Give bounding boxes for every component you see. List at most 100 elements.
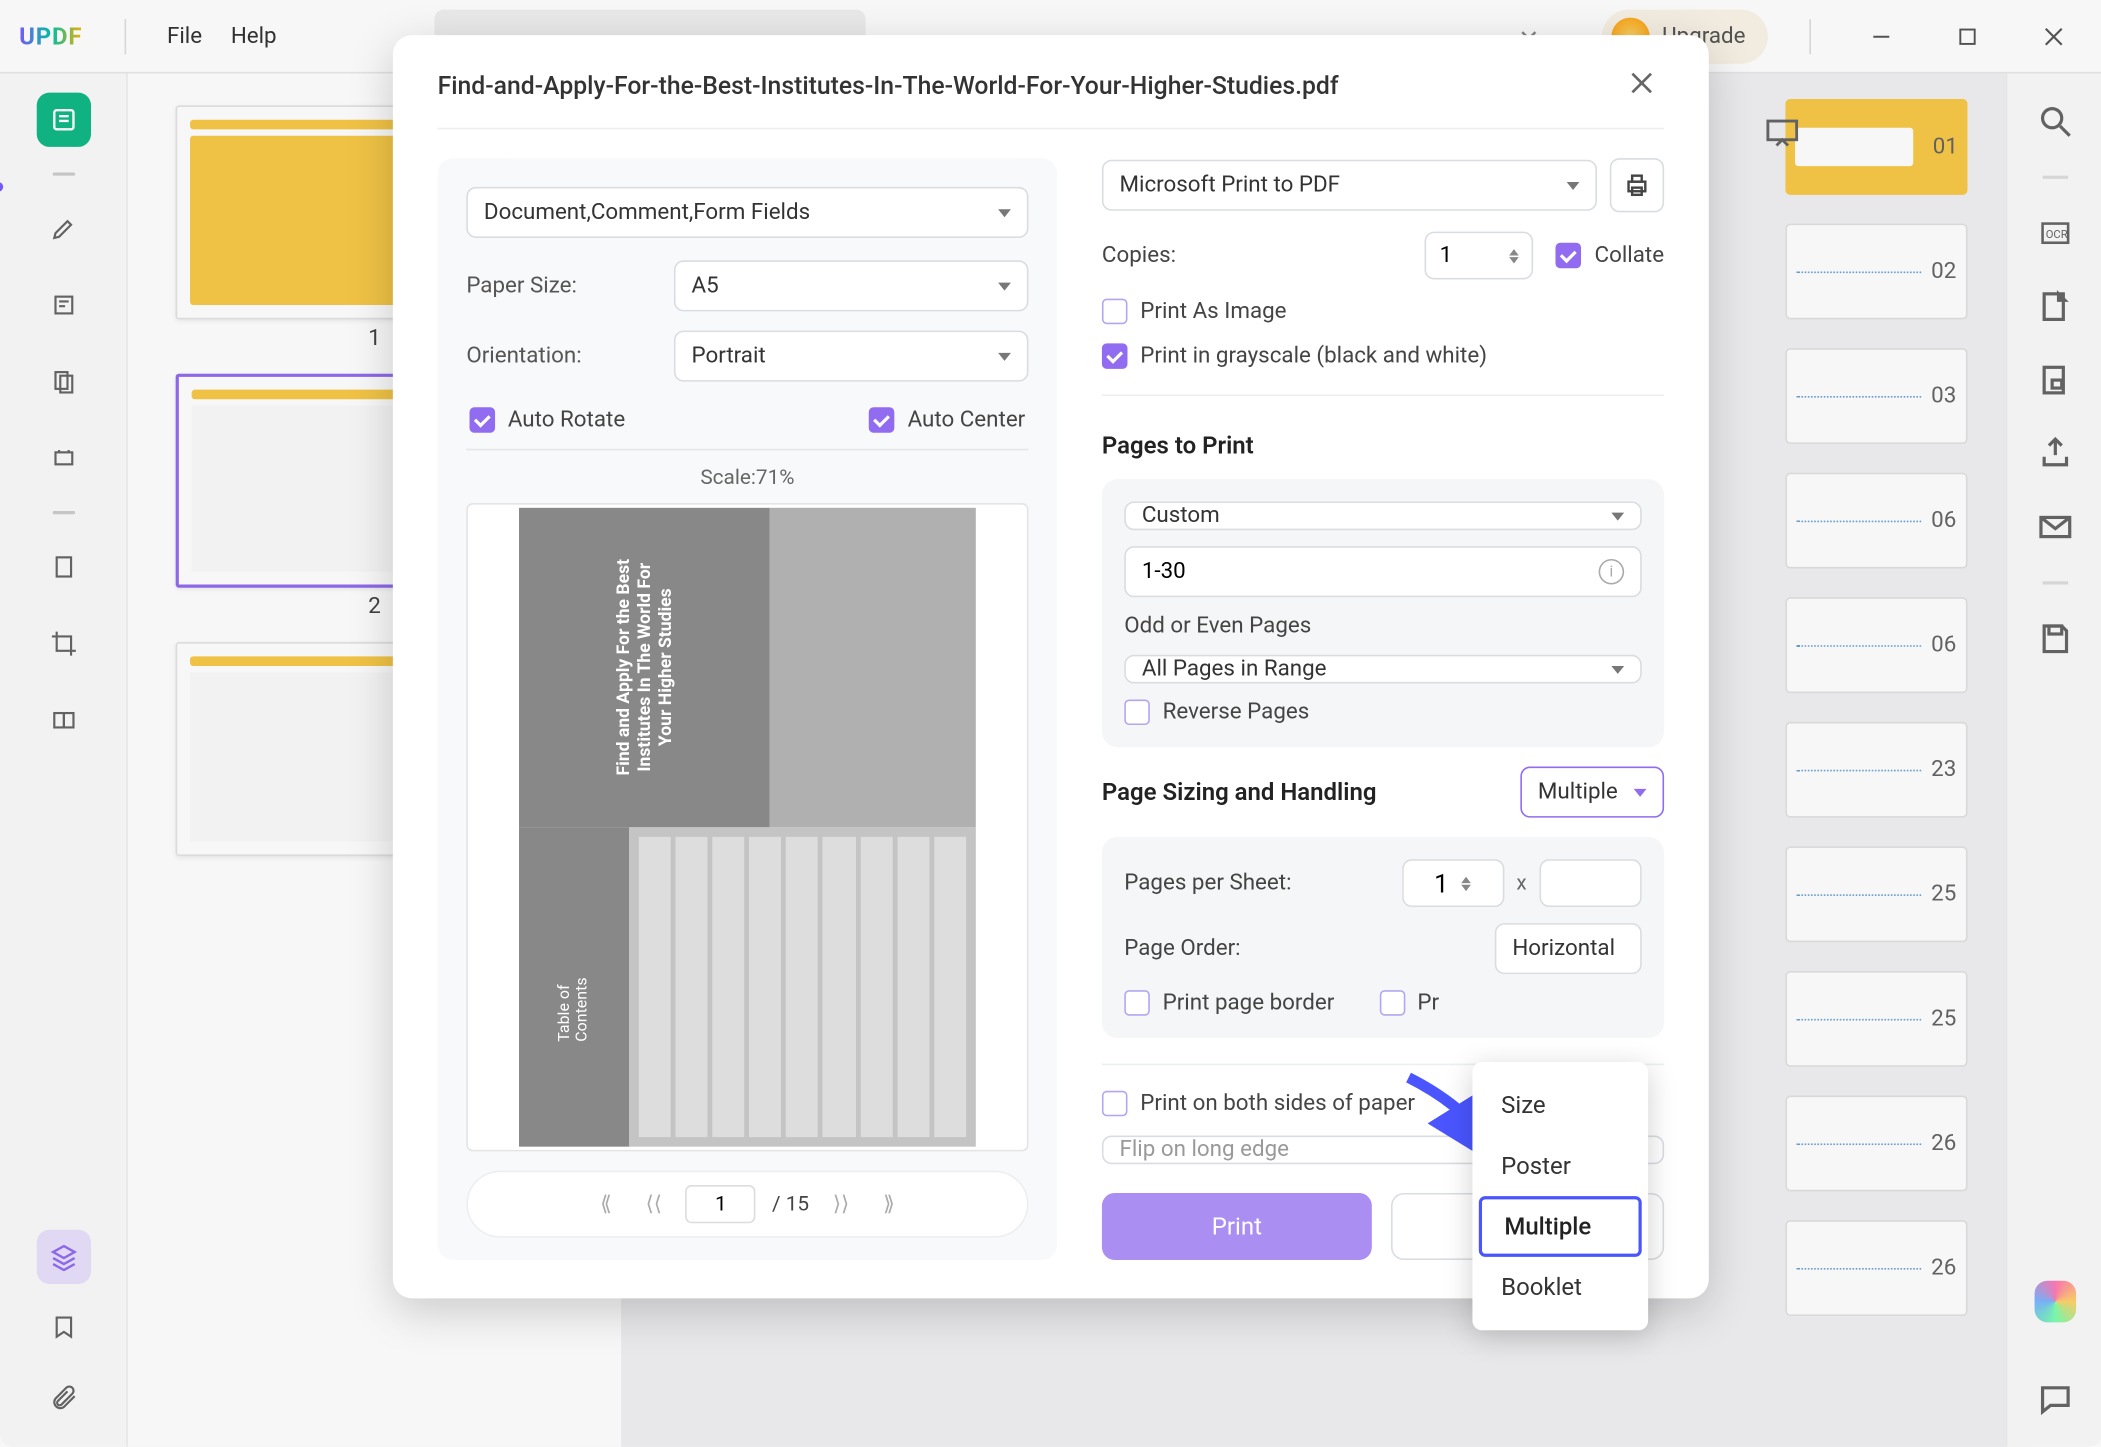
pager-first-button[interactable]: ⟪: [590, 1192, 622, 1216]
pages-tool-button[interactable]: [36, 355, 90, 409]
outline-item[interactable]: 01: [1785, 99, 1967, 195]
share-icon[interactable]: [2035, 434, 2073, 472]
layers-button[interactable]: [36, 1230, 90, 1284]
pager-next-button[interactable]: ⟩⟩: [825, 1192, 857, 1216]
odd-even-label: Odd or Even Pages: [1124, 613, 1641, 639]
info-icon[interactable]: i: [1599, 559, 1625, 585]
outline-item[interactable]: 23: [1785, 722, 1967, 818]
mail-icon[interactable]: [2035, 508, 2073, 546]
thumbnail-number: 1: [368, 326, 381, 352]
ai-assistant-button[interactable]: [2034, 1281, 2076, 1323]
form-tool-button[interactable]: [36, 431, 90, 485]
print-as-image-label: Print As Image: [1140, 299, 1286, 325]
page-range-mode-select[interactable]: Custom: [1124, 501, 1641, 530]
page-sizing-mode-select[interactable]: Multiple: [1520, 767, 1664, 818]
odd-even-select[interactable]: All Pages in Range: [1124, 655, 1641, 684]
pager-prev-button[interactable]: ⟨⟨: [638, 1192, 670, 1216]
pages-per-sheet-rows-stepper[interactable]: [1540, 859, 1642, 907]
window-close-button[interactable]: [2025, 12, 2082, 60]
auto-rotate-label: Auto Rotate: [508, 407, 625, 433]
dropdown-item-poster[interactable]: Poster: [1472, 1135, 1648, 1196]
menu-help[interactable]: Help: [231, 23, 277, 49]
window-minimize-button[interactable]: [1853, 12, 1910, 60]
page-order-label: Page Order:: [1124, 936, 1240, 962]
dropdown-item-booklet[interactable]: Booklet: [1472, 1257, 1648, 1318]
outline-item[interactable]: 06: [1785, 597, 1967, 693]
outline-item[interactable]: 06: [1785, 473, 1967, 569]
auto-center-checkbox[interactable]: [869, 407, 895, 433]
comment-icon[interactable]: [2035, 1380, 2073, 1418]
pager-sep: /: [772, 1192, 781, 1216]
crop-tool-button[interactable]: [36, 616, 90, 670]
protect-icon[interactable]: [2035, 361, 2073, 399]
print-page-border-checkbox[interactable]: [1124, 990, 1150, 1016]
duplex-label: Print on both sides of paper: [1140, 1091, 1415, 1117]
attachment-button[interactable]: [36, 1370, 90, 1424]
active-indicator-dot: [0, 182, 3, 192]
print-button[interactable]: Print: [1102, 1193, 1372, 1260]
print-both-sides-checkbox-partial[interactable]: [1379, 990, 1405, 1016]
auto-center-label: Auto Center: [908, 407, 1026, 433]
copies-stepper[interactable]: 1: [1425, 232, 1534, 280]
page-order-value: Horizontal: [1512, 936, 1615, 962]
grayscale-label: Print in grayscale (black and white): [1140, 343, 1487, 369]
outline-item[interactable]: 26: [1785, 1096, 1967, 1192]
page-order-select[interactable]: Horizontal: [1495, 923, 1642, 974]
outline-item[interactable]: 26: [1785, 1220, 1967, 1316]
ocr-icon[interactable]: OCR: [2035, 214, 2073, 252]
pps-x-label: x: [1516, 871, 1526, 895]
scale-readout: Scale:71%: [466, 466, 1028, 490]
bookmark-button[interactable]: [36, 1300, 90, 1354]
pager-total: 15: [786, 1192, 809, 1216]
print-preview: Find and Apply For the BestInstitutes In…: [466, 503, 1028, 1151]
outline-item[interactable]: 03: [1785, 348, 1967, 444]
compare-tool-button[interactable]: [36, 693, 90, 747]
thumbnail-number: 2: [368, 594, 381, 620]
orientation-select[interactable]: Portrait: [674, 331, 1029, 382]
menu-file[interactable]: File: [167, 23, 202, 49]
divider: [124, 18, 126, 53]
print-dialog: Find-and-Apply-For-the-Best-Institutes-I…: [393, 35, 1709, 1298]
search-icon[interactable]: [2035, 102, 2073, 140]
duplex-checkbox[interactable]: [1102, 1091, 1128, 1117]
paper-size-label: Paper Size:: [466, 273, 658, 299]
dialog-close-button[interactable]: [1626, 67, 1664, 105]
printer-select[interactable]: Microsoft Print to PDF: [1102, 160, 1597, 211]
outline-item[interactable]: 25: [1785, 846, 1967, 942]
dropdown-item-size[interactable]: Size: [1472, 1075, 1648, 1136]
present-icon[interactable]: [1765, 118, 1800, 153]
reverse-pages-label: Reverse Pages: [1163, 699, 1310, 725]
copies-label: Copies:: [1102, 243, 1176, 269]
outline-item[interactable]: 02: [1785, 224, 1967, 320]
pps-cols-value: 1: [1434, 868, 1448, 898]
collate-checkbox[interactable]: [1556, 243, 1582, 269]
print-as-image-checkbox[interactable]: [1102, 299, 1128, 325]
pages-to-print-title: Pages to Print: [1102, 431, 1664, 460]
paper-size-value: A5: [692, 273, 719, 299]
outline-item[interactable]: 25: [1785, 971, 1967, 1067]
printer-properties-button[interactable]: [1610, 158, 1664, 212]
outline-strip: 01 02 03 06 06 23 25 25 26 26: [1785, 99, 1967, 1421]
page-range-input[interactable]: 1-30 i: [1124, 546, 1641, 597]
highlight-tool-button[interactable]: [36, 201, 90, 255]
save-icon[interactable]: [2035, 620, 2073, 658]
convert-icon[interactable]: [2035, 287, 2073, 325]
pager-last-button[interactable]: ⟫: [873, 1192, 905, 1216]
page-range-value: 1-30: [1142, 559, 1186, 585]
dropdown-item-multiple[interactable]: Multiple: [1479, 1196, 1642, 1257]
pager-current-input[interactable]: [686, 1185, 756, 1223]
grayscale-checkbox[interactable]: [1102, 343, 1128, 369]
paper-size-select[interactable]: A5: [674, 260, 1029, 311]
auto-rotate-checkbox[interactable]: [470, 407, 496, 433]
reverse-pages-checkbox[interactable]: [1124, 699, 1150, 725]
edit-tool-button[interactable]: [36, 278, 90, 332]
pages-per-sheet-cols-stepper[interactable]: 1: [1401, 859, 1503, 907]
print-both-sides-label-partial: Pr: [1417, 990, 1439, 1016]
page-range-mode-value: Custom: [1142, 503, 1220, 529]
window-maximize-button[interactable]: [1939, 12, 1996, 60]
svg-text:OCR: OCR: [2045, 228, 2067, 241]
print-content-select[interactable]: Document,Comment,Form Fields: [466, 187, 1028, 238]
dialog-title: Find-and-Apply-For-the-Best-Institutes-I…: [438, 72, 1626, 101]
reader-mode-button[interactable]: [36, 93, 90, 147]
page-tool-button[interactable]: [36, 540, 90, 594]
